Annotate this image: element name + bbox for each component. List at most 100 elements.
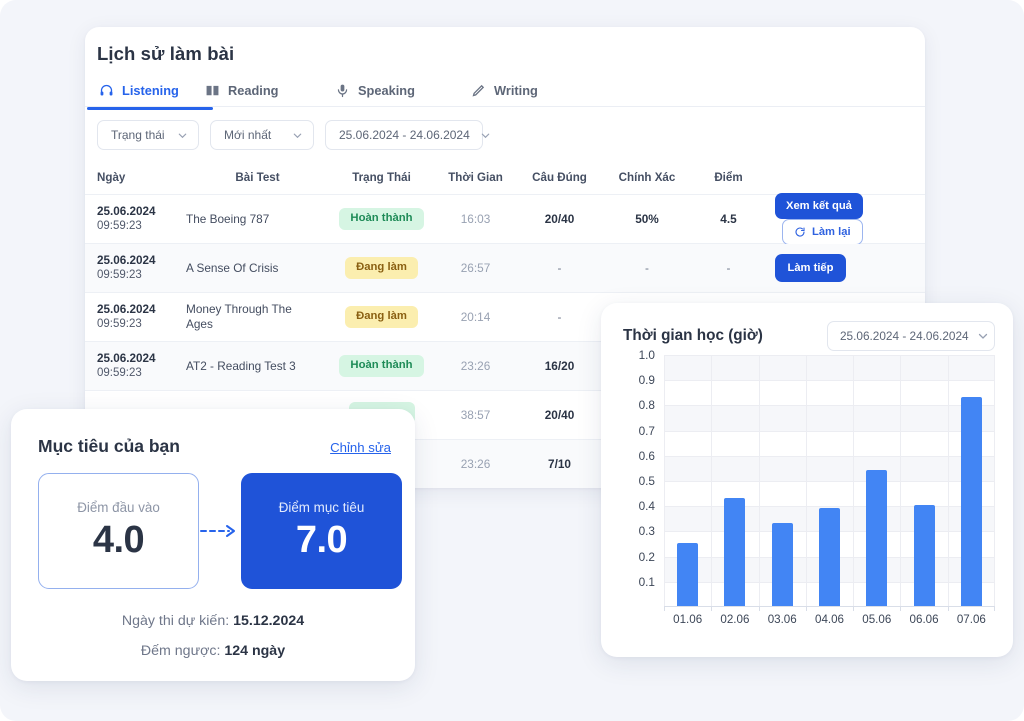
column-header-duration: Thời Gian	[448, 171, 503, 184]
cell-status: Đang làm	[329, 306, 434, 328]
target-score-box[interactable]: Điểm mục tiêu 7.0	[241, 473, 402, 589]
grid-line-vertical	[806, 355, 807, 606]
row-timestamp: 09:59:23	[97, 269, 142, 281]
y-tick-label: 0.1	[638, 574, 655, 589]
tab-reading[interactable]: Reading	[203, 75, 333, 106]
x-tick-label: 05.06	[862, 613, 892, 626]
grid-line-vertical	[900, 355, 901, 606]
column-header-status: Trạng Thái	[352, 171, 411, 184]
chart-title: Thời gian học (giờ)	[623, 327, 763, 344]
x-tick-mark	[711, 606, 712, 611]
entry-score-box[interactable]: Điểm đầu vào 4.0	[38, 473, 199, 589]
tab-speaking[interactable]: Speaking	[333, 75, 469, 106]
sort-filter-select[interactable]: Mới nhất	[210, 120, 314, 150]
cell-duration: 23:26	[460, 457, 491, 471]
chevron-down-icon	[292, 130, 303, 141]
grid-line-horizontal	[664, 355, 995, 356]
chart-bar[interactable]	[677, 543, 699, 606]
row-date: 25.06.2024	[97, 205, 156, 218]
x-tick-label: 07.06	[956, 613, 986, 626]
chevron-down-icon	[480, 130, 491, 141]
cell-date: 25.06.2024 09:59:23	[85, 253, 186, 283]
entry-score-label: Điểm đầu vào	[77, 500, 160, 515]
cell-test-name: AT2 - Reading Test 3	[186, 358, 296, 373]
active-tab-underline	[87, 107, 213, 110]
cell-status: Hoàn thành	[329, 208, 434, 230]
app-root: Lịch sử làm bài Listening Reading Speaki…	[0, 0, 1024, 721]
y-tick-label: 0.5	[638, 474, 655, 488]
chart-bar[interactable]	[819, 507, 840, 606]
goal-footer: Ngày thi dự kiến: 15.12.2024 Đếm ngược: …	[11, 606, 415, 666]
cell-test-name: The Boeing 787	[186, 211, 270, 226]
grid-line-vertical	[948, 355, 949, 606]
cell-correct: 16/20	[544, 359, 575, 373]
chart-bar[interactable]	[724, 497, 746, 606]
grid-band	[664, 455, 995, 481]
status-badge: Hoàn thành	[339, 208, 424, 230]
column-header-date: Ngày	[97, 171, 126, 184]
table-row[interactable]: 25.06.2024 09:59:23 A Sense Of Crisis Đa…	[85, 244, 925, 293]
grid-line-horizontal	[664, 380, 995, 382]
grid-line-horizontal	[664, 455, 995, 457]
sort-filter-value: Mới nhất	[224, 128, 272, 142]
countdown-value: 124 ngày	[224, 643, 286, 659]
chart-bar[interactable]	[913, 505, 935, 606]
x-tick-mark	[806, 606, 807, 611]
exam-date-label: Ngày thi dự kiến:	[121, 613, 230, 629]
pencil-icon	[471, 83, 486, 98]
grid-line-vertical	[664, 355, 665, 606]
x-tick-mark	[664, 606, 665, 611]
chart-date-range-select[interactable]: 25.06.2024 - 24.06.2024	[827, 321, 995, 351]
filter-bar: Trạng thái Mới nhất 25.06.2024 - 24.06.2…	[97, 120, 490, 150]
grid-line-horizontal	[664, 430, 995, 432]
row-date: 25.06.2024	[97, 254, 156, 267]
headphones-icon	[99, 83, 114, 98]
x-tick-mark	[759, 606, 760, 611]
column-header-score: Điểm	[714, 171, 743, 184]
goal-score-boxes: Điểm đầu vào 4.0 Điểm mục tiêu 7.0	[38, 473, 402, 589]
cell-status: Hoàn thành	[329, 355, 434, 377]
cell-date: 25.06.2024 09:59:23	[85, 351, 186, 381]
table-row[interactable]: 25.06.2024 09:59:23 The Boeing 787 Hoàn …	[85, 193, 925, 245]
tab-label: Speaking	[358, 83, 415, 98]
view-result-button[interactable]: Xem kết quả	[775, 193, 863, 219]
y-tick-label: 1.0	[638, 348, 655, 362]
x-tick-label: 04.06	[814, 613, 845, 626]
goal-card: Mục tiêu của bạn Chỉnh sửa Điểm đầu vào …	[11, 409, 415, 681]
tab-label: Listening	[122, 83, 179, 98]
y-tick-label: 0.8	[638, 398, 655, 413]
status-filter-select[interactable]: Trạng thái	[97, 120, 199, 150]
cell-status: Đang làm	[329, 257, 434, 279]
chart-bar[interactable]	[771, 522, 793, 606]
tab-writing[interactable]: Writing	[469, 75, 589, 106]
cell-date: 25.06.2024 09:59:23	[85, 302, 186, 332]
chart-bar[interactable]	[960, 396, 982, 606]
cell-score: 4.5	[720, 212, 737, 226]
cell-date: 25.06.2024 09:59:23	[85, 204, 186, 234]
x-tick-label: 06.06	[909, 613, 939, 626]
cell-correct: 20/40	[544, 212, 575, 226]
tab-label: Writing	[494, 83, 538, 98]
date-range-filter-value: 25.06.2024 - 24.06.2024	[339, 128, 470, 142]
retry-button[interactable]: Làm lại	[782, 219, 863, 245]
row-timestamp: 09:59:23	[97, 220, 142, 232]
edit-goal-link[interactable]: Chỉnh sửa	[330, 440, 391, 455]
column-header-accuracy: Chính Xác	[618, 171, 676, 184]
continue-button[interactable]: Làm tiếp	[775, 254, 846, 282]
chart-bar[interactable]	[866, 469, 888, 606]
x-tick-label: 03.06	[767, 613, 797, 626]
cell-duration: 38:57	[460, 408, 491, 422]
cell-correct: -	[557, 261, 562, 275]
table-header-row: Ngày Bài Test Trạng Thái Thời Gian Câu Đ…	[85, 161, 925, 195]
grid-line-horizontal	[664, 405, 995, 407]
date-range-filter-select[interactable]: 25.06.2024 - 24.06.2024	[325, 120, 490, 150]
x-tick-mark	[900, 606, 901, 611]
chart-plot-area: 0.1 0.2 0.3 0.4 0.5 0.6 0.7 0.8 0.9 1.0 01.06 02.0…	[623, 348, 995, 637]
cell-test-name: Money Through The Ages	[186, 302, 292, 331]
tab-listening[interactable]: Listening	[87, 75, 213, 110]
status-filter-value: Trạng thái	[111, 128, 165, 142]
cell-test-name: A Sense Of Crisis	[186, 260, 279, 275]
cell-accuracy: -	[645, 261, 649, 275]
status-badge: Đang làm	[345, 257, 418, 279]
cell-duration: 26:57	[460, 261, 491, 275]
